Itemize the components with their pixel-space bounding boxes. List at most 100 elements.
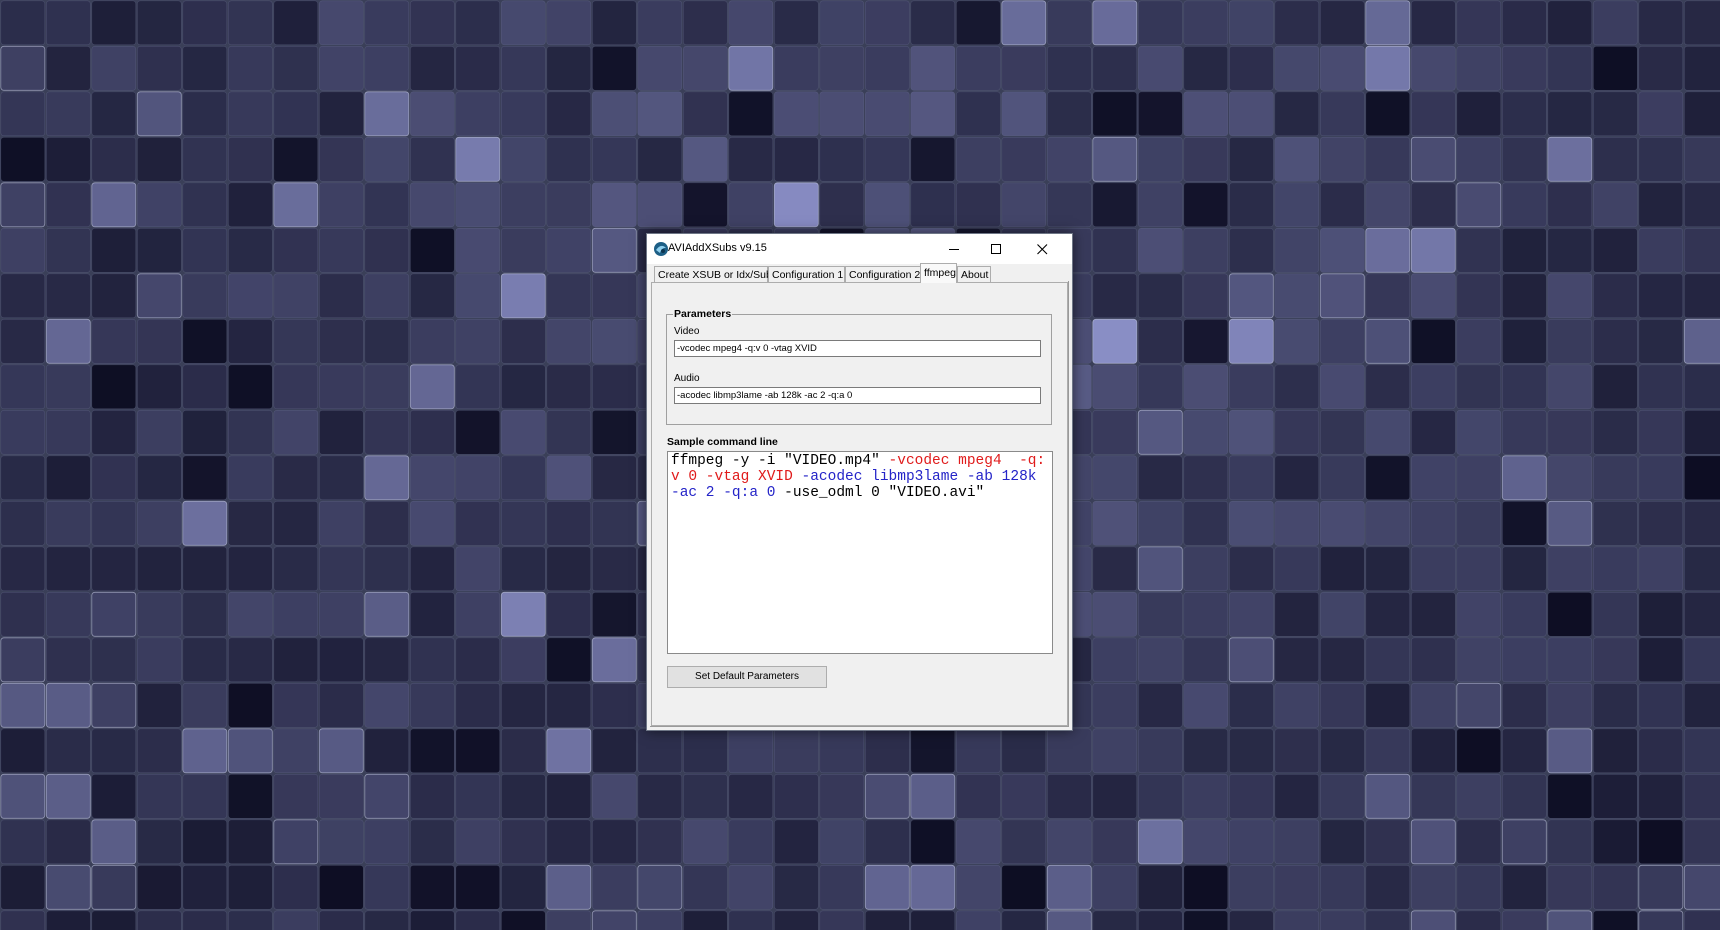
wallpaper-tile — [864, 0, 910, 46]
wallpaper-tile — [364, 364, 410, 410]
wallpaper-tile — [182, 364, 228, 410]
wallpaper-tile — [455, 682, 501, 728]
maximize-button[interactable] — [975, 234, 1017, 264]
tab-ffmpeg[interactable]: ffmpeg — [920, 263, 957, 283]
wallpaper-tile — [1320, 455, 1365, 501]
wallpaper-tile — [1138, 318, 1183, 364]
wallpaper-tile — [1320, 0, 1365, 46]
wallpaper-tile — [500, 773, 546, 819]
sample-command-box[interactable]: ffmpeg -y -i "VIDEO.mp4" -vcodec mpeg4 -… — [667, 451, 1053, 654]
wallpaper-tile — [45, 0, 91, 46]
wallpaper-tile — [1638, 819, 1684, 865]
wallpaper-tile — [1229, 819, 1274, 865]
wallpaper-tile — [1274, 910, 1320, 930]
wallpaper-tile — [728, 773, 774, 819]
wallpaper-tile — [1502, 864, 1547, 910]
close-button[interactable] — [1021, 234, 1063, 264]
wallpaper-tile — [546, 682, 592, 728]
wallpaper-tile — [1092, 591, 1138, 637]
wallpaper-tile — [1365, 773, 1411, 819]
wallpaper-tile — [364, 273, 410, 319]
wallpaper-tile — [409, 682, 455, 728]
tab-configuration-2[interactable]: Configuration 2 — [845, 266, 921, 282]
wallpaper-tile — [1274, 819, 1320, 865]
wallpaper-tile — [45, 591, 91, 637]
wallpaper-tile — [1320, 864, 1365, 910]
wallpaper-tile — [1183, 910, 1229, 930]
wallpaper-tile — [591, 728, 637, 774]
panel-edge — [1068, 281, 1069, 727]
wallpaper-tile — [1502, 546, 1547, 592]
wallpaper-tile — [1547, 409, 1593, 455]
wallpaper-tile — [182, 318, 228, 364]
wallpaper-tile — [682, 137, 728, 182]
wallpaper-tile — [1456, 318, 1502, 364]
command-segment-base: ffmpeg -y -i "VIDEO.mp4" — [671, 453, 889, 469]
wallpaper-tile — [273, 45, 319, 91]
wallpaper-tile — [1593, 228, 1638, 273]
wallpaper-tile — [273, 637, 319, 683]
wallpaper-tile — [364, 455, 410, 501]
title-bar[interactable]: AVIAddXSubs v9.15 — [647, 234, 1072, 264]
wallpaper-tile — [45, 546, 91, 592]
wallpaper-tile — [1138, 728, 1183, 774]
wallpaper-tile — [182, 137, 228, 182]
wallpaper-tile — [1501, 819, 1547, 865]
wallpaper-tile — [91, 500, 137, 546]
wallpaper-tile — [364, 591, 410, 637]
wallpaper-tile — [409, 637, 455, 683]
wallpaper-tile — [819, 0, 865, 46]
wallpaper-tile — [773, 0, 819, 46]
minimize-icon — [949, 249, 959, 250]
wallpaper-tile — [1047, 182, 1092, 228]
wallpaper-tile — [1274, 455, 1320, 501]
wallpaper-tile — [1092, 228, 1138, 273]
wallpaper-tile — [318, 728, 364, 774]
wallpaper-tile — [1638, 728, 1684, 774]
tab-about[interactable]: About — [957, 266, 991, 282]
wallpaper-tile — [1456, 273, 1502, 319]
tab-create-xsub[interactable]: Create XSUB or Idx/Sub — [654, 266, 772, 282]
wallpaper-tile — [228, 637, 273, 683]
wallpaper-tile — [364, 45, 410, 91]
wallpaper-tile — [1593, 0, 1638, 46]
set-default-parameters-button[interactable]: Set Default Parameters — [667, 666, 827, 688]
wallpaper-tile — [1411, 728, 1456, 774]
audio-params-field[interactable]: -acodec libmp3lame -ab 128k -ac 2 -q:a 0 — [674, 387, 1041, 404]
wallpaper-tile — [91, 682, 137, 728]
wallpaper-tile — [364, 91, 410, 137]
wallpaper-tile — [1274, 273, 1320, 319]
wallpaper-tile — [1320, 364, 1365, 410]
wallpaper-tile — [91, 364, 137, 410]
wallpaper-tile — [1183, 364, 1229, 410]
wallpaper-tile — [1001, 773, 1047, 819]
wallpaper-tile — [1593, 182, 1638, 228]
wallpaper-tile — [1365, 91, 1411, 137]
wallpaper-tile — [546, 591, 592, 637]
wallpaper-tile — [1183, 137, 1229, 182]
video-params-field[interactable]: -vcodec mpeg4 -q:v 0 -vtag XVID — [674, 340, 1041, 357]
wallpaper-tile — [409, 182, 455, 228]
wallpaper-tile — [1228, 273, 1274, 319]
wallpaper-tile — [1593, 546, 1638, 592]
wallpaper-tile — [1638, 273, 1684, 319]
wallpaper-tile — [1456, 819, 1502, 865]
wallpaper-tile — [637, 819, 683, 865]
wallpaper-tile — [1411, 864, 1456, 910]
wallpaper-tile — [1684, 501, 1720, 546]
wallpaper-tile — [1320, 318, 1365, 364]
wallpaper-tile — [1547, 819, 1593, 865]
audio-label: Audio — [674, 373, 700, 384]
wallpaper-tile — [1138, 500, 1183, 546]
wallpaper-tile — [637, 182, 683, 228]
tab-configuration-1[interactable]: Configuration 1 — [768, 266, 845, 282]
wallpaper-tile — [1229, 45, 1274, 91]
wallpaper-tile — [364, 318, 410, 364]
minimize-button[interactable] — [933, 234, 975, 264]
wallpaper-tile — [1638, 637, 1684, 683]
wallpaper-tile — [1684, 273, 1720, 319]
wallpaper-tile — [1502, 500, 1547, 546]
wallpaper-tile — [91, 137, 137, 182]
wallpaper-tile — [1229, 0, 1274, 46]
wallpaper-tile — [364, 228, 410, 273]
